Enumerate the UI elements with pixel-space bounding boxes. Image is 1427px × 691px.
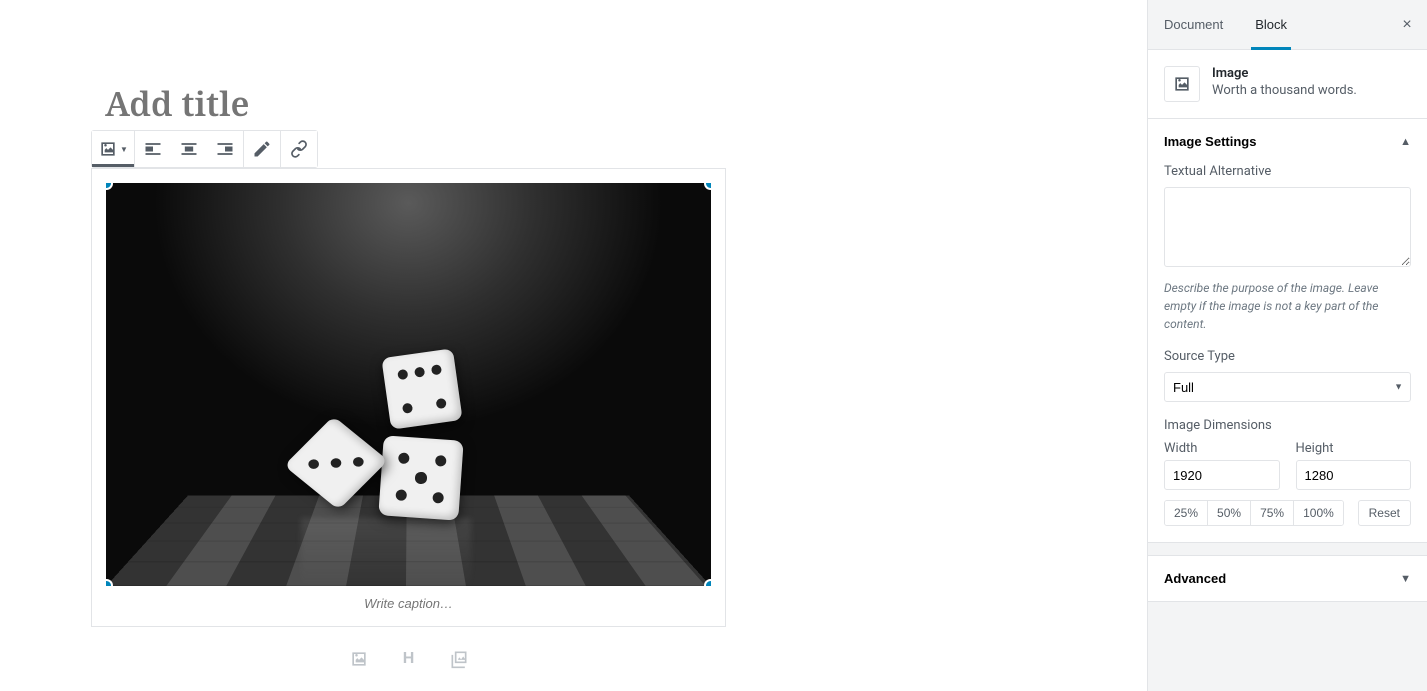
chevron-down-icon: ▼ <box>1400 573 1411 585</box>
close-sidebar-button[interactable]: × <box>1387 0 1427 50</box>
advanced-toggle[interactable]: Advanced ▼ <box>1148 556 1427 601</box>
image-icon <box>1164 66 1200 102</box>
image-caption-input[interactable] <box>106 596 711 611</box>
tab-document[interactable]: Document <box>1148 0 1239 50</box>
insert-heading-block-button[interactable]: H <box>397 647 421 671</box>
block-type-switcher[interactable]: ▼ <box>92 131 134 167</box>
insert-image-block-button[interactable] <box>347 647 371 671</box>
width-label: Width <box>1164 441 1197 456</box>
block-info-title: Image <box>1212 66 1357 81</box>
link-icon <box>289 139 309 159</box>
panel-title: Image Settings <box>1164 134 1256 149</box>
insert-link-button[interactable] <box>281 131 317 167</box>
image-preview[interactable] <box>106 183 711 586</box>
block-info-description: Worth a thousand words. <box>1212 83 1357 98</box>
align-center-icon <box>179 139 199 159</box>
percent-25-button[interactable]: 25% <box>1165 501 1208 525</box>
percent-50-button[interactable]: 50% <box>1208 501 1251 525</box>
align-left-button[interactable] <box>135 131 171 167</box>
block-inserter-row: H <box>91 647 726 671</box>
resize-handle-bottom-right[interactable] <box>704 579 711 586</box>
edit-image-button[interactable] <box>244 131 280 167</box>
sidebar-filler <box>1148 602 1427 691</box>
align-right-icon <box>215 139 235 159</box>
block-info-card: Image Worth a thousand words. <box>1148 50 1427 119</box>
percent-buttons: 25% 50% 75% 100% <box>1164 500 1344 526</box>
alt-text-label: Textual Alternative <box>1164 164 1411 179</box>
source-type-label: Source Type <box>1164 349 1411 364</box>
sidebar-tabs: Document Block × <box>1148 0 1427 50</box>
height-label: Height <box>1296 441 1334 456</box>
image-dimensions-label: Image Dimensions <box>1164 418 1411 433</box>
percent-75-button[interactable]: 75% <box>1251 501 1294 525</box>
alt-text-textarea[interactable] <box>1164 187 1411 267</box>
align-left-icon <box>143 139 163 159</box>
align-right-button[interactable] <box>207 131 243 167</box>
alt-text-help: Describe the purpose of the image. Leave… <box>1164 279 1411 333</box>
editor-canvas: ▼ <box>0 0 1147 691</box>
panel-spacer <box>1148 543 1427 555</box>
post-title-input[interactable] <box>105 80 725 126</box>
image-block[interactable] <box>91 168 726 627</box>
gallery-icon <box>449 649 469 669</box>
align-center-button[interactable] <box>171 131 207 167</box>
insert-gallery-block-button[interactable] <box>447 647 471 671</box>
source-type-select[interactable]: Full <box>1164 372 1411 402</box>
height-input[interactable] <box>1296 460 1412 490</box>
image-block-wrapper: ▼ <box>91 130 726 627</box>
percent-100-button[interactable]: 100% <box>1294 501 1343 525</box>
pencil-icon <box>252 139 272 159</box>
image-settings-panel: Image Settings ▲ Textual Alternative Des… <box>1148 119 1427 543</box>
advanced-panel: Advanced ▼ <box>1148 555 1427 602</box>
block-toolbar: ▼ <box>91 130 318 168</box>
image-settings-toggle[interactable]: Image Settings ▲ <box>1148 119 1427 164</box>
image-icon <box>349 649 369 669</box>
chevron-up-icon: ▲ <box>1400 136 1411 148</box>
image-content <box>106 183 711 586</box>
chevron-down-icon: ▼ <box>120 145 128 154</box>
settings-sidebar: Document Block × Image Worth a thousand … <box>1147 0 1427 691</box>
image-icon <box>98 139 118 159</box>
panel-title: Advanced <box>1164 571 1226 586</box>
reset-dimensions-button[interactable]: Reset <box>1358 500 1411 526</box>
tab-block[interactable]: Block <box>1239 0 1303 50</box>
width-input[interactable] <box>1164 460 1280 490</box>
